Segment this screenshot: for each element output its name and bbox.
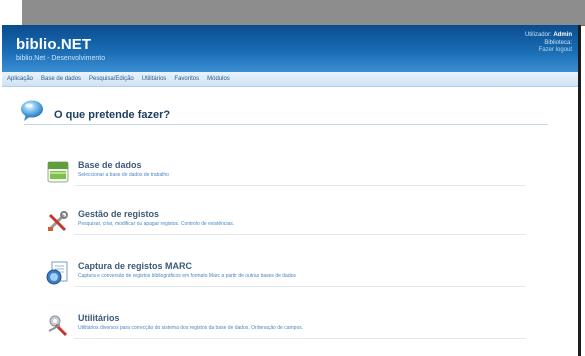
title-divider [24, 124, 548, 125]
option-description: Pesquisar, criar, modificar ou apagar re… [78, 221, 235, 227]
option-divider [74, 338, 526, 339]
page-title: O que pretende fazer? [54, 109, 171, 121]
menu-item[interactable]: Aplicação [7, 76, 33, 82]
menu-item[interactable]: Favoritos [174, 76, 199, 82]
app-subtitle: biblio.Net - Desenvolvimento [16, 55, 106, 62]
logout-link[interactable]: Fazer logout [525, 47, 572, 55]
option-divider [74, 185, 526, 186]
app-name: biblio.NET [16, 36, 92, 53]
option-title[interactable]: Captura de registos MARC [78, 261, 192, 271]
menu-item[interactable]: Base de dados [41, 76, 81, 82]
option-description: Captura e conversão de registos bibliogr… [78, 273, 296, 279]
user-label: Utilizador: [524, 32, 552, 38]
option-title[interactable]: Gestão de registos [78, 209, 159, 219]
option-description: Seleccionar a base de dados de trabalho [78, 172, 169, 178]
user-value: Admin [553, 32, 572, 38]
option-description: Utilitários diversos para correcção do s… [78, 325, 304, 331]
utilities-icon [48, 315, 68, 337]
capture-icon [46, 261, 68, 285]
option-divider [74, 286, 526, 287]
main-content: O que pretende fazer? Base de dados Sele… [2, 87, 578, 356]
menu-item[interactable]: Utilitários [142, 76, 167, 82]
menu-item[interactable]: Módulos [207, 76, 230, 82]
tools-icon [48, 211, 68, 232]
database-icon [47, 161, 69, 183]
app-window: biblio.NET biblio.Net - Desenvolvimento … [2, 25, 581, 356]
menu-item[interactable]: Pesquisa/Edição [89, 76, 134, 82]
option-title[interactable]: Utilitários [78, 313, 120, 323]
option-divider [74, 234, 526, 235]
speech-bubble-icon [21, 100, 43, 121]
outer-titlebar [22, 0, 585, 26]
menu-bar: Aplicação Base de dados Pesquisa/Edição Uti… [2, 72, 578, 87]
app-header: biblio.NET biblio.Net - Desenvolvimento … [2, 25, 578, 72]
option-title[interactable]: Base de dados [78, 160, 142, 170]
user-info: Utilizador: Admin Biblioteca: Fazer logo… [525, 32, 572, 55]
library-label: Biblioteca: [544, 39, 572, 46]
